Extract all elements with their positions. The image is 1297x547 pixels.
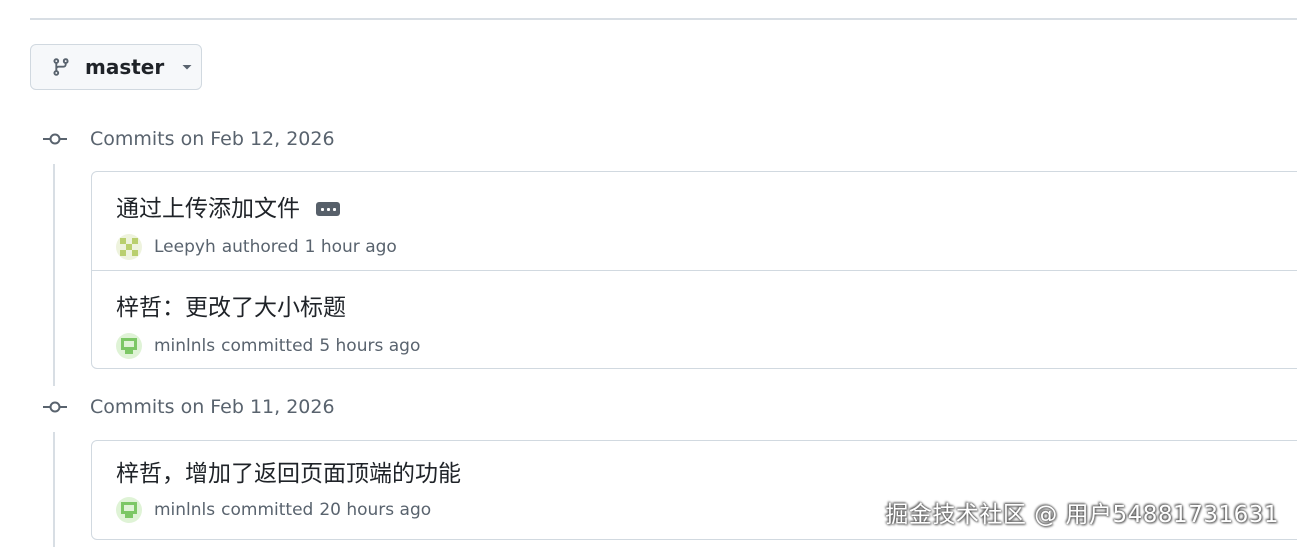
commit-time: 20 hours ago	[319, 500, 432, 520]
commit-author-link[interactable]: minlnls	[154, 336, 215, 356]
commit-message-text[interactable]: 通过上传添加文件	[116, 194, 300, 224]
git-commit-icon	[40, 131, 70, 147]
commit-row: 梓哲：更改了大小标题 minlnls committed 5 hours ago	[92, 270, 1297, 368]
caret-down-icon	[180, 60, 194, 74]
commit-group-title: Commits on Feb 12, 2026	[90, 128, 335, 150]
commit-group-header: Commits on Feb 12, 2026	[40, 124, 335, 154]
commit-history-page: master Commits on Feb 12, 2026 通过上传添加文件	[0, 0, 1297, 547]
expand-message-button[interactable]	[316, 202, 340, 216]
commit-author-link[interactable]: minlnls	[154, 500, 215, 520]
branch-selector-button[interactable]: master	[30, 44, 202, 90]
commit-author-link[interactable]: Leepyh	[154, 237, 216, 257]
watermark: 掘金技术社区 @ 用户54881731631	[885, 502, 1279, 528]
commit-meta: minlnls committed 20 hours ago	[116, 497, 431, 523]
commit-meta: minlnls committed 5 hours ago	[116, 333, 420, 359]
commit-group-header: Commits on Feb 11, 2026	[40, 392, 335, 422]
commit-row: 通过上传添加文件 Leepyh authored 1 hour ago	[92, 172, 1297, 270]
commit-message-link[interactable]: 梓哲，增加了返回页面顶端的功能	[116, 459, 461, 489]
commit-message-link[interactable]: 梓哲：更改了大小标题	[116, 293, 346, 323]
commit-meta: Leepyh authored 1 hour ago	[116, 234, 397, 260]
timeline-line	[53, 432, 55, 547]
top-divider	[30, 18, 1297, 20]
commit-action: committed	[221, 336, 314, 356]
commit-message-link[interactable]: 通过上传添加文件	[116, 194, 340, 224]
avatar[interactable]	[116, 497, 142, 523]
commit-group-title: Commits on Feb 11, 2026	[90, 396, 335, 418]
avatar[interactable]	[116, 234, 142, 260]
git-branch-icon	[51, 57, 71, 77]
commit-action: authored	[221, 237, 299, 257]
commit-time: 1 hour ago	[304, 237, 397, 257]
avatar[interactable]	[116, 333, 142, 359]
commit-message-text[interactable]: 梓哲：更改了大小标题	[116, 293, 346, 323]
git-commit-icon	[40, 399, 70, 415]
branch-name: master	[85, 55, 165, 79]
commit-time: 5 hours ago	[319, 336, 421, 356]
timeline-line	[53, 164, 55, 386]
commit-action: committed	[221, 500, 314, 520]
commit-list: 通过上传添加文件 Leepyh authored 1 hour ago 梓哲：更…	[91, 171, 1297, 369]
commit-message-text[interactable]: 梓哲，增加了返回页面顶端的功能	[116, 459, 461, 489]
